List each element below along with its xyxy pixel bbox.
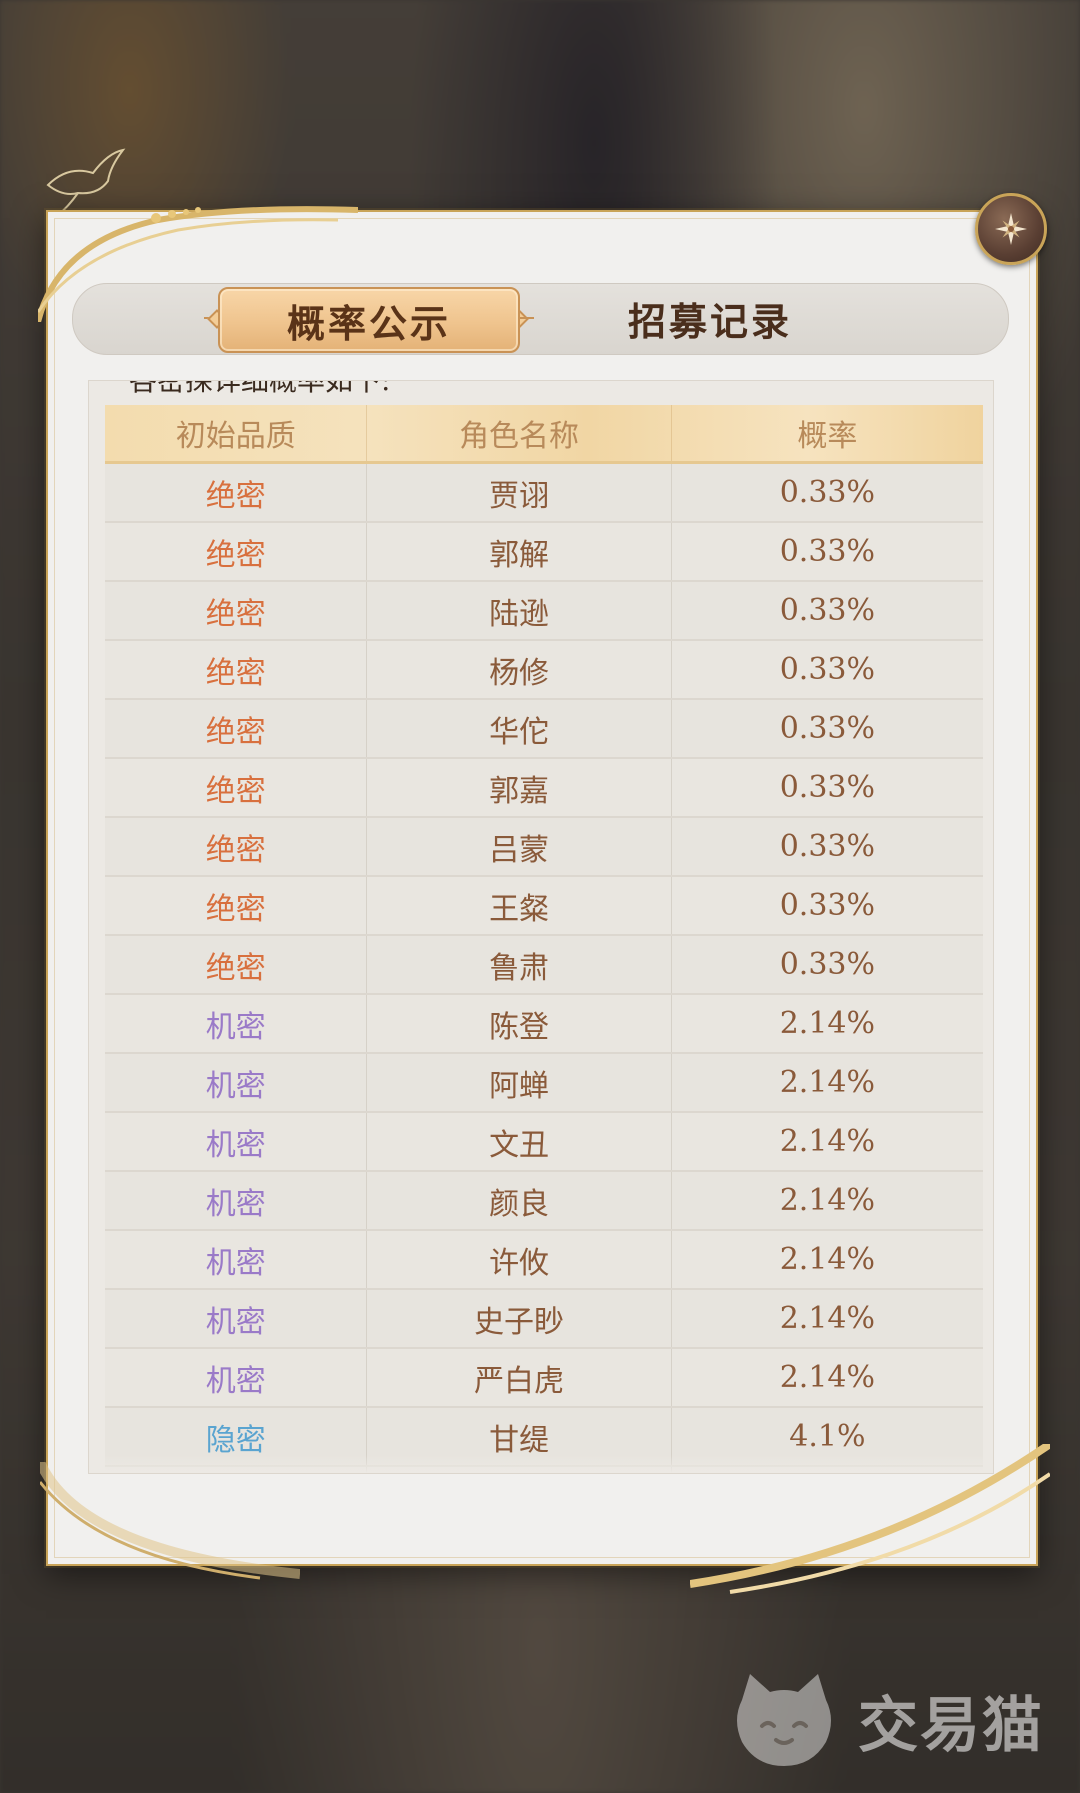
- quality-cell: 绝密: [105, 523, 368, 580]
- cat-logo-icon: [737, 1674, 831, 1766]
- table-row: 绝密 杨修 0.33%: [105, 641, 983, 700]
- role-name-cell: 文丑: [367, 1113, 672, 1170]
- table-row: 绝密 王粲 0.33%: [105, 877, 983, 936]
- table-row: 机密 史子眇 2.14%: [105, 1290, 983, 1349]
- table-row: 机密 阿蝉 2.14%: [105, 1054, 983, 1113]
- table-body: 绝密 贾诩 0.33% 绝密 郭解 0.33% 绝密 陆逊 0.33% 绝密 杨修 0.33% 绝密 华佗…: [105, 464, 983, 1473]
- table-row: 绝密 鲁肃 0.33%: [105, 936, 983, 995]
- quality-cell: 机密: [105, 1113, 368, 1170]
- role-name-cell: 颜良: [367, 1172, 672, 1229]
- table-row: 机密 陈登 2.14%: [105, 995, 983, 1054]
- rate-cell: 0.33%: [779, 888, 876, 923]
- quality-cell: 绝密: [105, 464, 368, 521]
- rate-cell: 0.33%: [779, 829, 876, 864]
- rate-cell: 2.14%: [779, 1065, 876, 1100]
- role-name-cell: 吕蒙: [367, 818, 672, 875]
- tab-recruit-record[interactable]: 招募记录: [600, 287, 820, 349]
- quality-cell: 绝密: [105, 582, 368, 639]
- rate-cell: 0.33%: [779, 770, 876, 805]
- quality-cell: 机密: [105, 1172, 368, 1229]
- close-flower-icon: [995, 213, 1027, 245]
- rate-cell: 0.33%: [779, 593, 876, 628]
- rate-cell: 0.33%: [779, 711, 876, 746]
- role-name-cell: 陆逊: [367, 582, 672, 639]
- rate-cell: 0.33%: [779, 947, 876, 982]
- role-name-cell: 郭嘉: [367, 759, 672, 816]
- header-rate: 概率: [797, 419, 858, 454]
- role-name-cell: 史子眇: [367, 1290, 672, 1347]
- rate-cell: 2.14%: [779, 1242, 876, 1277]
- tab-ornament: [518, 317, 534, 319]
- table-row: 机密 颜良 2.14%: [105, 1172, 983, 1231]
- quality-cell: 绝密: [105, 936, 368, 993]
- quality-cell: 机密: [105, 995, 368, 1052]
- role-name-cell: 许攸: [367, 1231, 672, 1288]
- role-name-cell: 阿蝉: [367, 1054, 672, 1111]
- quality-cell: 机密: [105, 1231, 368, 1288]
- rate-cell: 2.14%: [779, 1006, 876, 1041]
- table-header: 初始品质 角色名称 概率: [105, 405, 983, 464]
- quality-cell: 绝密: [105, 877, 368, 934]
- probability-table: 初始品质 角色名称 概率 绝密 贾诩 0.33% 绝密 郭解 0.33% 绝密 陆逊 0.33%…: [105, 405, 983, 1473]
- quality-cell: 机密: [105, 1349, 368, 1406]
- table-row: 机密 严白虎 2.14%: [105, 1349, 983, 1408]
- scroll-fade: [89, 1455, 993, 1473]
- table-row: 绝密 华佗 0.33%: [105, 700, 983, 759]
- table-row: 绝密 郭嘉 0.33%: [105, 759, 983, 818]
- rate-cell: 2.14%: [779, 1124, 876, 1159]
- header-name: 角色名称: [367, 405, 672, 461]
- watermark-text: 交易猫: [858, 1690, 1044, 1761]
- table-row: 绝密 吕蒙 0.33%: [105, 818, 983, 877]
- quality-cell: 绝密: [105, 641, 368, 698]
- table-row: 绝密 郭解 0.33%: [105, 523, 983, 582]
- tab-probability-label: 概率公示: [286, 300, 451, 346]
- role-name-cell: 杨修: [367, 641, 672, 698]
- quality-cell: 机密: [105, 1290, 368, 1347]
- table-row: 绝密 贾诩 0.33%: [105, 464, 983, 523]
- table-row: 绝密 陆逊 0.33%: [105, 582, 983, 641]
- rate-cell: 2.14%: [779, 1183, 876, 1218]
- intro-text: 各密探详细概率如下:: [129, 380, 391, 397]
- quality-cell: 绝密: [105, 759, 368, 816]
- rate-cell: 0.33%: [779, 652, 876, 687]
- table-row: 机密 文丑 2.14%: [105, 1113, 983, 1172]
- tab-probability[interactable]: 概率公示: [218, 287, 520, 353]
- rate-cell: 0.33%: [779, 534, 876, 569]
- role-name-cell: 郭解: [367, 523, 672, 580]
- tab-recruit-record-label: 招募记录: [627, 298, 792, 344]
- role-name-cell: 严白虎: [367, 1349, 672, 1406]
- quality-cell: 机密: [105, 1054, 368, 1111]
- role-name-cell: 贾诩: [367, 464, 672, 521]
- close-button[interactable]: [975, 193, 1047, 265]
- table-row: 机密 许攸 2.14%: [105, 1231, 983, 1290]
- quality-cell: 绝密: [105, 818, 368, 875]
- rate-cell: 0.33%: [779, 475, 876, 510]
- role-name-cell: 鲁肃: [367, 936, 672, 993]
- role-name-cell: 华佗: [367, 700, 672, 757]
- role-name-cell: 陈登: [367, 995, 672, 1052]
- quality-cell: 绝密: [105, 700, 368, 757]
- rate-cell: 2.14%: [779, 1360, 876, 1395]
- header-quality: 初始品质: [105, 405, 368, 461]
- role-name-cell: 王粲: [367, 877, 672, 934]
- rate-cell: 2.14%: [779, 1301, 876, 1336]
- watermark: 交易猫: [728, 1670, 1044, 1770]
- probability-scroll-area[interactable]: 各密探详细概率如下: 初始品质 角色名称 概率 绝密 贾诩 0.33% 绝密 郭解 0.3…: [88, 380, 994, 1474]
- gold-swoosh-ornament: [40, 1462, 300, 1580]
